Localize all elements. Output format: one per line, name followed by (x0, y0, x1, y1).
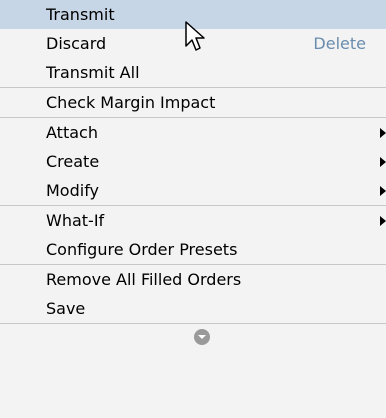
menu-item-transmit-all[interactable]: Transmit All (0, 58, 386, 87)
menu-group-transmit: Transmit Discard Delete Transmit All (0, 0, 386, 88)
menu-item-label: Save (46, 299, 86, 318)
menu-item-what-if[interactable]: What-If (0, 206, 386, 235)
menu-item-label: Modify (46, 181, 100, 200)
menu-group-order-actions: Attach Create Modify (0, 118, 386, 206)
menu-group-margin: Check Margin Impact (0, 88, 386, 118)
context-menu: Transmit Discard Delete Transmit All Che… (0, 0, 386, 418)
menu-item-label: What-If (46, 211, 105, 230)
chevron-down-circle-icon[interactable] (193, 328, 211, 346)
menu-item-label: Create (46, 152, 100, 171)
menu-item-remove-all-filled-orders[interactable]: Remove All Filled Orders (0, 265, 386, 294)
menu-item-check-margin-impact[interactable]: Check Margin Impact (0, 88, 386, 117)
submenu-arrow-icon (380, 186, 386, 196)
shortcut-hint: Delete (313, 34, 366, 53)
menu-item-configure-order-presets[interactable]: Configure Order Presets (0, 235, 386, 264)
menu-item-label: Remove All Filled Orders (46, 270, 242, 289)
submenu-arrow-icon (380, 216, 386, 226)
submenu-arrow-icon (380, 128, 386, 138)
menu-item-transmit[interactable]: Transmit (0, 0, 386, 29)
menu-item-label: Configure Order Presets (46, 240, 238, 259)
submenu-arrow-icon (380, 157, 386, 167)
menu-item-modify[interactable]: Modify (0, 176, 386, 205)
menu-group-what-if: What-If Configure Order Presets (0, 206, 386, 265)
menu-item-label: Transmit All (46, 63, 140, 82)
menu-scroll-more[interactable] (0, 324, 386, 350)
menu-item-label: Discard (46, 34, 107, 53)
menu-item-label: Check Margin Impact (46, 93, 216, 112)
menu-item-label: Attach (46, 123, 98, 142)
menu-item-discard[interactable]: Discard Delete (0, 29, 386, 58)
menu-item-attach[interactable]: Attach (0, 118, 386, 147)
menu-item-save[interactable]: Save (0, 294, 386, 323)
menu-group-orders: Remove All Filled Orders Save (0, 265, 386, 324)
menu-item-create[interactable]: Create (0, 147, 386, 176)
menu-item-label: Transmit (46, 5, 115, 24)
